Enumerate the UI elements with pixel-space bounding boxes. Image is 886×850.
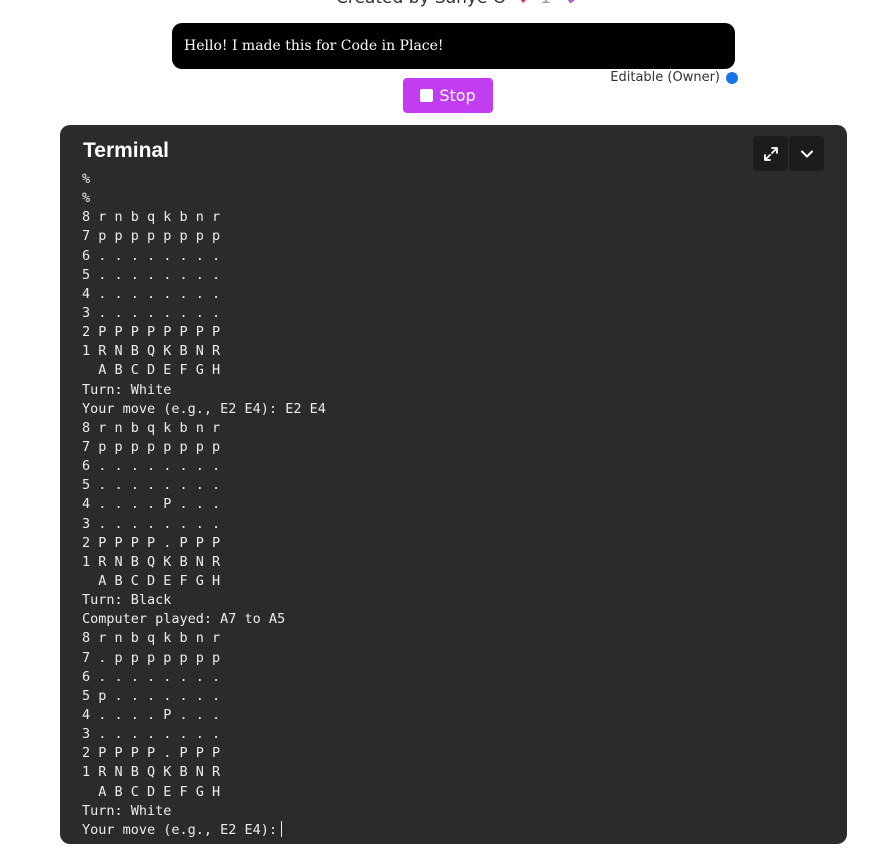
terminal-line: A B C D E F G H <box>82 783 326 802</box>
terminal-line: 6 . . . . . . . . <box>82 247 326 266</box>
terminal-line-text: 7 p p p p p p p p <box>82 438 221 455</box>
terminal-line-text: 8 r n b q k b n r <box>82 419 221 436</box>
editable-label: Editable (Owner) <box>610 70 720 85</box>
terminal-line-text: 5 . . . . . . . . <box>82 477 221 494</box>
terminal-line: 4 . . . . P . . . <box>82 495 326 514</box>
terminal-line-text: 1 R N B Q K B N R <box>82 343 221 360</box>
heart-icon[interactable]: ♥ <box>516 0 531 8</box>
terminal-line: 8 r n b q k b n r <box>82 419 326 438</box>
terminal-line-text: 2 P P P P . P P P <box>82 534 221 551</box>
terminal-line: Turn: White <box>82 802 326 821</box>
terminal-line-text: Turn: White <box>82 802 172 819</box>
chevron-down-icon <box>800 150 813 157</box>
terminal-line: Your move (e.g., E2 E4): <box>82 820 326 840</box>
terminal-line: 3 . . . . . . . . <box>82 725 326 744</box>
project-message[interactable]: Hello! I made this for Code in Place! <box>172 23 735 69</box>
terminal-line: 8 r n b q k b n r <box>82 629 326 648</box>
terminal-line-text: 4 . . . . . . . . <box>82 285 221 302</box>
editable-status: Editable (Owner) <box>610 70 738 85</box>
terminal-line-text: A B C D E F G H <box>82 362 221 379</box>
like-count: 1 <box>540 0 551 8</box>
terminal-line: Turn: White <box>82 381 326 400</box>
terminal-line: 1 R N B Q K B N R <box>82 763 326 782</box>
creator-text: Created by Sanye O <box>336 0 506 8</box>
terminal-line-text: Turn: White <box>82 381 172 398</box>
terminal-line-text: 5 . . . . . . . . <box>82 266 221 283</box>
remix-icon[interactable]: ↯ <box>563 0 577 8</box>
terminal-line: 2 P P P P P P P P <box>82 323 326 342</box>
terminal-line: 6 . . . . . . . . <box>82 457 326 476</box>
terminal-line-text: 3 . . . . . . . . <box>82 304 221 321</box>
terminal-line-text: 6 . . . . . . . . <box>82 668 221 685</box>
stop-button-label: Stop <box>439 86 476 105</box>
terminal-line-text: 8 r n b q k b n r <box>82 209 221 226</box>
terminal-line-text: % <box>82 190 91 207</box>
terminal-line-text: 3 . . . . . . . . <box>82 726 221 743</box>
terminal-line: 7 p p p p p p p p <box>82 227 326 246</box>
terminal-line-text: 1 R N B Q K B N R <box>82 553 221 570</box>
creator-credit: Created by Sanye O ♥ 1 ↯ <box>336 0 577 8</box>
terminal-line-text: 7 p p p p p p p p <box>82 228 221 245</box>
expand-button[interactable] <box>753 136 788 171</box>
terminal-line: Turn: Black <box>82 591 326 610</box>
terminal-line-text: 5 p . . . . . . . <box>82 687 221 704</box>
terminal-line-text: Your move (e.g., E2 E4): <box>82 821 278 838</box>
text-cursor[interactable] <box>281 820 283 837</box>
terminal-line: 5 p . . . . . . . <box>82 687 326 706</box>
terminal-line-text: 8 r n b q k b n r <box>82 630 221 647</box>
terminal-line-text: 6 . . . . . . . . <box>82 458 221 475</box>
terminal-panel: Terminal %% 8 r n b q k b n r 7 p p p p p … <box>60 125 847 844</box>
terminal-line-text: 1 R N B Q K B N R <box>82 764 221 781</box>
terminal-line: A B C D E F G H <box>82 361 326 380</box>
terminal-line: 2 P P P P . P P P <box>82 534 326 553</box>
terminal-line-text: Turn: Black <box>82 592 172 609</box>
terminal-line: 7 p p p p p p p p <box>82 438 326 457</box>
terminal-line: A B C D E F G H <box>82 572 326 591</box>
terminal-line: 5 . . . . . . . . <box>82 266 326 285</box>
expand-icon <box>763 146 778 161</box>
terminal-line: 4 . . . . . . . . <box>82 285 326 304</box>
terminal-line: 3 . . . . . . . . <box>82 515 326 534</box>
stop-icon <box>420 89 434 102</box>
terminal-line: 7 . p p p p p p p <box>82 649 326 668</box>
stop-button[interactable]: Stop <box>403 78 493 113</box>
terminal-line: 4 . . . . P . . . <box>82 706 326 725</box>
terminal-line: Computer played: A7 to A5 <box>82 610 326 629</box>
terminal-line: % <box>82 170 326 189</box>
terminal-line-text: A B C D E F G H <box>82 783 221 800</box>
status-dot-icon <box>726 71 738 84</box>
terminal-line-text: % <box>82 171 91 187</box>
terminal-line-text: 4 . . . . P . . . <box>82 706 221 723</box>
collapse-button[interactable] <box>789 136 824 171</box>
terminal-line: 3 . . . . . . . . <box>82 304 326 323</box>
terminal-line: 1 R N B Q K B N R <box>82 553 326 572</box>
terminal-line: 2 P P P P . P P P <box>82 744 326 763</box>
project-message-text: Hello! I made this for Code in Place! <box>184 38 444 54</box>
terminal-line: % <box>82 189 326 208</box>
terminal-line: 1 R N B Q K B N R <box>82 342 326 361</box>
terminal-line-text: 2 P P P P . P P P <box>82 745 221 762</box>
terminal-line-text: 4 . . . . P . . . <box>82 496 221 513</box>
terminal-output[interactable]: %% 8 r n b q k b n r 7 p p p p p p p p 6 . … <box>82 170 326 840</box>
terminal-line-text: 6 . . . . . . . . <box>82 247 221 264</box>
terminal-line: 6 . . . . . . . . <box>82 668 326 687</box>
terminal-line-text: 7 . p p p p p p p <box>82 649 221 666</box>
terminal-line-text: Your move (e.g., E2 E4): E2 E4 <box>82 400 326 417</box>
terminal-line-text: Computer played: A7 to A5 <box>82 611 286 628</box>
terminal-line-text: 3 . . . . . . . . <box>82 515 221 532</box>
terminal-line: 8 r n b q k b n r <box>82 208 326 227</box>
terminal-line: 5 . . . . . . . . <box>82 476 326 495</box>
terminal-line-text: A B C D E F G H <box>82 572 221 589</box>
terminal-line-text: 2 P P P P P P P P <box>82 324 221 341</box>
terminal-title: Terminal <box>83 139 169 162</box>
terminal-line: Your move (e.g., E2 E4): E2 E4 <box>82 400 326 419</box>
